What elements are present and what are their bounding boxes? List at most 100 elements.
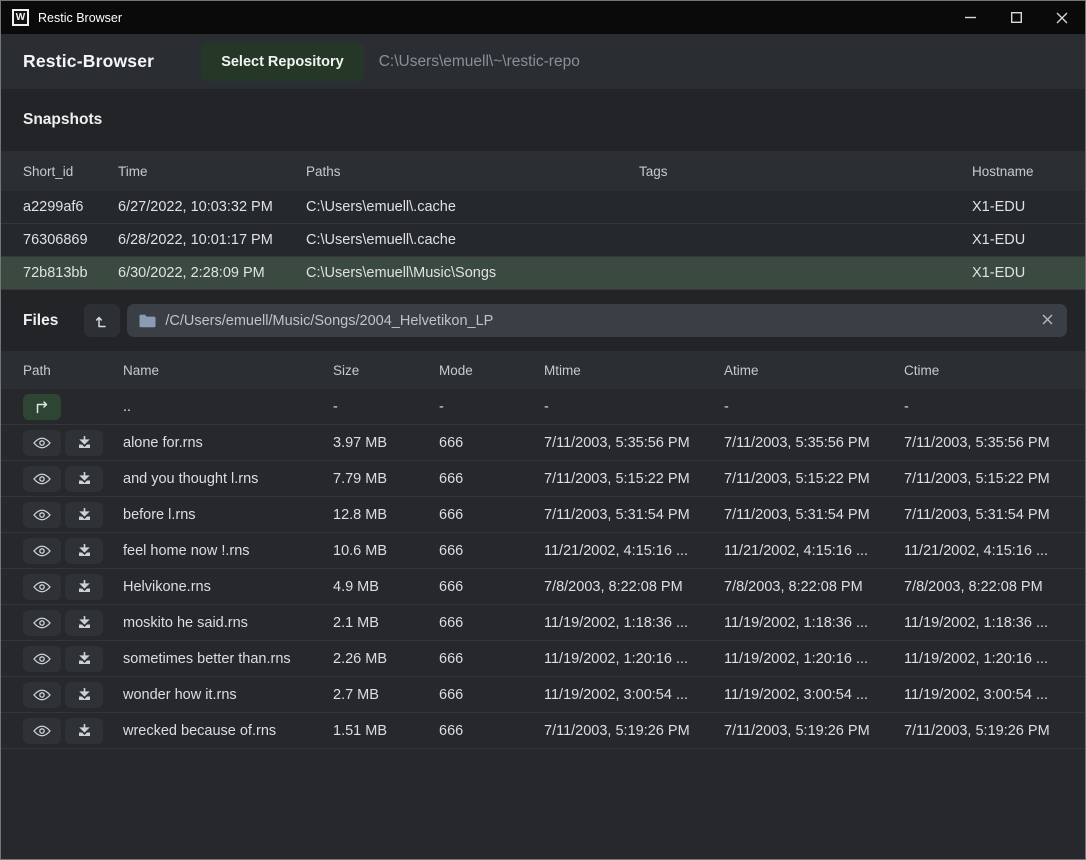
file-row[interactable]: wrecked because of.rns 1.51 MB 666 7/11/… [1,713,1085,749]
file-size: 2.1 MB [333,615,439,631]
file-mtime: 11/21/2002, 4:15:16 ... [544,543,724,559]
column-header-time: Time [118,164,306,179]
file-name: before l.rns [123,507,333,523]
eye-icon [33,581,51,593]
file-ctime: 11/21/2002, 4:15:16 ... [904,543,1085,559]
file-atime: 11/21/2002, 4:15:16 ... [724,543,904,559]
column-header-size: Size [333,363,439,378]
files-toolbar: Files /C/Users/emuell/Music/Songs/2004_H… [1,290,1085,351]
file-name: Helvikone.rns [123,579,333,595]
files-heading: Files [23,312,58,330]
file-row[interactable]: alone for.rns 3.97 MB 666 7/11/2003, 5:3… [1,425,1085,461]
download-icon [77,687,92,702]
download-icon [77,615,92,630]
file-size: 10.6 MB [333,543,439,559]
eye-icon [33,545,51,557]
snapshot-row[interactable]: a2299af6 6/27/2022, 10:03:32 PM C:\Users… [1,191,1085,224]
preview-file-button[interactable] [23,718,61,744]
column-header-ctime: Ctime [904,363,1085,378]
file-mode: 666 [439,687,544,703]
download-file-button[interactable] [65,430,103,456]
close-button[interactable] [1039,1,1085,34]
file-mode: 666 [439,651,544,667]
app-window: W Restic Browser Restic-Browser Select R… [0,0,1086,860]
current-path-field[interactable]: /C/Users/emuell/Music/Songs/2004_Helveti… [127,304,1067,337]
file-atime: 11/19/2002, 1:20:16 ... [724,651,904,667]
download-file-button[interactable] [65,682,103,708]
file-ctime: 11/19/2002, 1:20:16 ... [904,651,1085,667]
eye-icon [33,509,51,521]
preview-file-button[interactable] [23,574,61,600]
preview-file-button[interactable] [23,538,61,564]
file-mode: 666 [439,615,544,631]
minimize-button[interactable] [947,1,993,34]
preview-file-button[interactable] [23,502,61,528]
column-header-short-id: Short_id [23,164,118,179]
maximize-icon [1011,12,1022,23]
snapshots-section-header: Snapshots [1,89,1085,151]
file-row[interactable]: and you thought l.rns 7.79 MB 666 7/11/2… [1,461,1085,497]
file-mode: 666 [439,435,544,451]
download-file-button[interactable] [65,538,103,564]
eye-icon [33,689,51,701]
snapshots-heading: Snapshots [23,111,102,129]
eye-icon [33,653,51,665]
download-file-button[interactable] [65,466,103,492]
go-to-root-button[interactable] [84,304,120,337]
snapshot-row[interactable]: 72b813bb 6/30/2022, 2:28:09 PM C:\Users\… [1,257,1085,290]
close-icon [1056,12,1068,24]
file-ctime: 7/11/2003, 5:31:54 PM [904,507,1085,523]
file-row[interactable]: wonder how it.rns 2.7 MB 666 11/19/2002,… [1,677,1085,713]
preview-file-button[interactable] [23,682,61,708]
download-icon [77,543,92,558]
file-atime: 11/19/2002, 1:18:36 ... [724,615,904,631]
minimize-icon [965,12,976,23]
snapshot-paths: C:\Users\emuell\.cache [306,199,639,215]
column-header-path: Path [23,363,123,378]
file-row[interactable]: moskito he said.rns 2.1 MB 666 11/19/200… [1,605,1085,641]
file-size: 7.79 MB [333,471,439,487]
download-file-button[interactable] [65,646,103,672]
maximize-button[interactable] [993,1,1039,34]
repository-path: C:\Users\emuell\~\restic-repo [379,53,580,71]
snapshot-paths: C:\Users\emuell\.cache [306,232,639,248]
preview-file-button[interactable] [23,466,61,492]
snapshot-row[interactable]: 76306869 6/28/2022, 10:01:17 PM C:\Users… [1,224,1085,257]
download-file-button[interactable] [65,574,103,600]
preview-file-button[interactable] [23,610,61,636]
download-icon [77,507,92,522]
file-mtime: 7/8/2003, 8:22:08 PM [544,579,724,595]
file-ctime: - [904,399,1085,415]
file-row[interactable]: before l.rns 12.8 MB 666 7/11/2003, 5:31… [1,497,1085,533]
snapshot-hostname: X1-EDU [972,232,1085,248]
file-atime: 7/11/2003, 5:15:22 PM [724,471,904,487]
file-mtime: 7/11/2003, 5:31:54 PM [544,507,724,523]
preview-file-button[interactable] [23,430,61,456]
download-file-button[interactable] [65,718,103,744]
file-row[interactable]: sometimes better than.rns 2.26 MB 666 11… [1,641,1085,677]
file-mtime: 7/11/2003, 5:15:22 PM [544,471,724,487]
snapshot-hostname: X1-EDU [972,265,1085,281]
file-name: alone for.rns [123,435,333,451]
download-file-button[interactable] [65,610,103,636]
up-right-arrow-icon [34,400,50,414]
file-mode: - [439,399,544,415]
file-mtime: 7/11/2003, 5:19:26 PM [544,723,724,739]
file-atime: 7/11/2003, 5:35:56 PM [724,435,904,451]
parent-directory-row[interactable]: .. - - - - - [1,389,1085,425]
download-file-button[interactable] [65,502,103,528]
file-name: wonder how it.rns [123,687,333,703]
download-icon [77,435,92,450]
preview-file-button[interactable] [23,646,61,672]
clear-path-button[interactable] [1040,312,1055,329]
file-row[interactable]: feel home now !.rns 10.6 MB 666 11/21/20… [1,533,1085,569]
snapshot-time: 6/27/2022, 10:03:32 PM [118,199,306,215]
snapshot-short-id: a2299af6 [23,199,118,215]
go-parent-button[interactable] [23,394,61,420]
eye-icon [33,473,51,485]
column-header-name: Name [123,363,333,378]
file-row[interactable]: Helvikone.rns 4.9 MB 666 7/8/2003, 8:22:… [1,569,1085,605]
column-header-mode: Mode [439,363,544,378]
select-repository-button[interactable]: Select Repository [201,43,364,81]
download-icon [77,651,92,666]
